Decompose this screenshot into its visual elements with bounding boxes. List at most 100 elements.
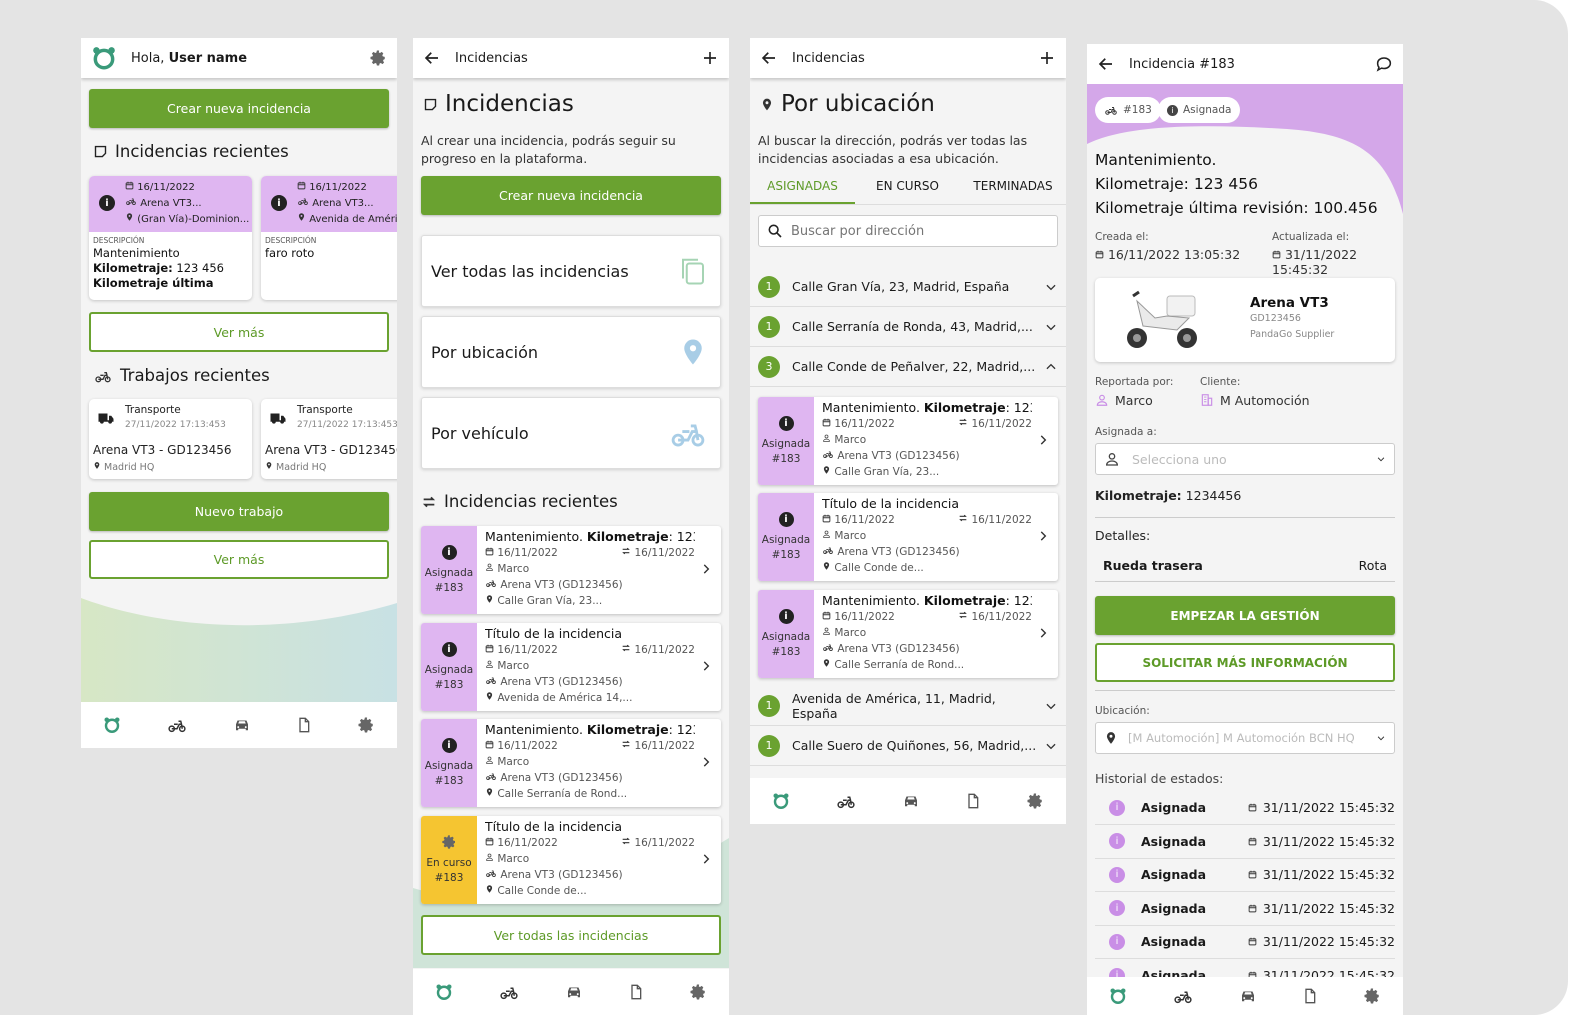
incident-location: Avenida de América 14,...: [497, 692, 633, 704]
gear-icon: [441, 834, 457, 850]
incident-row[interactable]: i Asignada #183 Mantenimiento. Kilometra…: [758, 590, 1058, 678]
history-state: Asignada: [1141, 900, 1207, 916]
incident-last-revision: Kilometraje última revisión: 100.456: [1095, 199, 1378, 217]
gear-icon[interactable]: [357, 716, 375, 734]
desc-km-value: 123 456: [172, 261, 224, 275]
create-incident-button[interactable]: Crear nueva incidencia: [421, 176, 721, 215]
tab-asignadas[interactable]: ASIGNADAS: [750, 179, 855, 204]
search-icon: [768, 224, 782, 238]
job-card[interactable]: Transporte 27/11/2022 17:13:453 Arena VT…: [89, 399, 252, 479]
plus-icon[interactable]: [1038, 49, 1056, 67]
assignee-select[interactable]: Selecciona uno: [1095, 443, 1395, 475]
history-datetime: 31/11/2022 15:45:32: [1262, 867, 1395, 883]
gear-icon[interactable]: [1026, 792, 1044, 810]
document-icon[interactable]: [628, 983, 644, 1001]
incident-row[interactable]: i Asignada #183 Mantenimiento. Kilometra…: [758, 397, 1058, 485]
incident-row[interactable]: i Asignada #183 Título de la incidencia …: [758, 493, 1058, 581]
logo-icon[interactable]: [103, 716, 121, 734]
view-all-incidents-card[interactable]: Ver todas las incidencias: [421, 235, 721, 307]
location-address: Calle Serranía de Ronda, 43, Madrid,...: [792, 319, 1033, 334]
location-address: Calle Suero de Quiñones, 56, Madrid,...: [792, 738, 1037, 753]
tab-en-curso[interactable]: EN CURSO: [855, 179, 960, 204]
new-job-button[interactable]: Nuevo trabajo: [89, 492, 389, 531]
scooter-icon[interactable]: [166, 716, 188, 734]
incident-id: #183: [434, 581, 464, 594]
info-icon: i: [778, 511, 794, 527]
info-icon: i: [441, 737, 457, 753]
create-incident-button[interactable]: Crear nueva incidencia: [89, 89, 389, 128]
document-icon[interactable]: [296, 716, 312, 734]
desc-label: DESCRIPCIÓN: [265, 236, 317, 245]
incident-row[interactable]: i Asignada #183 Título de la incidencia …: [421, 623, 721, 711]
back-arrow-icon[interactable]: [423, 49, 441, 67]
incident-id: #183: [434, 774, 464, 787]
by-vehicle-card[interactable]: Por vehículo: [421, 397, 721, 469]
ver-mas-jobs-button[interactable]: Ver más: [89, 540, 389, 579]
incident-row[interactable]: i Asignada #183 Mantenimiento. Kilometra…: [421, 719, 721, 807]
car-icon[interactable]: [1238, 987, 1258, 1005]
by-location-card[interactable]: Por ubicación: [421, 316, 721, 388]
job-card[interactable]: Transporte 27/11/2022 17:13:453 Arena VT…: [261, 399, 397, 479]
back-arrow-icon[interactable]: [760, 49, 778, 67]
location-group[interactable]: 1 Calle Suero de Quiñones, 56, Madrid,..…: [750, 726, 1066, 766]
start-management-button[interactable]: EMPEZAR LA GESTIÓN: [1095, 596, 1395, 635]
client-label: Cliente:: [1200, 376, 1241, 388]
pin-icon: [760, 96, 774, 113]
incident-id: #183: [771, 548, 801, 561]
search-input[interactable]: [791, 223, 1041, 239]
vehicle-card[interactable]: Arena VT3 GD123456 PandaGo Supplier: [1095, 278, 1395, 362]
location-group[interactable]: 1 Calle Serranía de Ronda, 43, Madrid,..…: [750, 307, 1066, 347]
view-all-incidents-button[interactable]: Ver todas las incidencias: [421, 915, 721, 955]
info-icon: i: [271, 195, 287, 211]
intro-text: Al buscar la dirección, podrás ver todas…: [758, 133, 1028, 166]
gear-icon[interactable]: [1363, 987, 1381, 1005]
chat-icon[interactable]: [1375, 55, 1393, 73]
incident-card[interactable]: i 16/11/2022 Arena VT3... (Gran Vía)-Dom…: [89, 176, 252, 300]
screen-home: Hola, User name Crear nueva incidencia I…: [81, 38, 397, 748]
recent-jobs-title: Trabajos recientes: [93, 366, 270, 385]
incident-date: 16/11/2022: [137, 182, 195, 193]
plus-icon[interactable]: [701, 49, 719, 67]
incident-row[interactable]: En curso #183 Título de la incidencia 16…: [421, 816, 721, 904]
scooter-icon[interactable]: [835, 792, 857, 810]
location-group[interactable]: 1 Calle Gran Vía, 23, Madrid, España: [750, 267, 1066, 307]
bottom-nav: [413, 969, 729, 1015]
tab-terminadas[interactable]: TERMINADAS: [960, 179, 1066, 204]
logo-icon[interactable]: [772, 792, 790, 810]
incident-card[interactable]: i 16/11/2022 Arena VT3... Avenida de Amé…: [261, 176, 397, 300]
incident-title: Título de la incidencia: [485, 819, 623, 834]
scooter-icon[interactable]: [1172, 987, 1194, 1005]
document-icon[interactable]: [1302, 987, 1318, 1005]
logo-icon[interactable]: [435, 983, 453, 1001]
car-icon[interactable]: [232, 716, 252, 734]
scooter-icon: [485, 675, 497, 685]
gear-icon[interactable]: [689, 983, 707, 1001]
location-address: Calle Gran Vía, 23, Madrid, España: [792, 279, 1010, 294]
chip-id: #183: [1095, 97, 1161, 123]
incident-title: Título de la incidencia: [822, 496, 960, 511]
user-icon: [485, 755, 494, 765]
back-arrow-icon[interactable]: [1097, 55, 1115, 73]
calendar-icon: [822, 611, 831, 620]
car-icon[interactable]: [564, 983, 584, 1001]
location-group[interactable]: 1 Avenida de América, 11, Madrid, España: [750, 686, 1066, 726]
location-select[interactable]: [M Automoción] M Automoción BCN HQ: [1095, 722, 1395, 754]
scooter-icon[interactable]: [498, 983, 520, 1001]
location-group[interactable]: 3 Calle Conde de Peñalver, 22, Madrid,..…: [750, 347, 1066, 387]
km-row: Kilometraje: 1234456: [1095, 488, 1395, 518]
incident-vehicle: Arena VT3 (GD123456): [500, 869, 623, 881]
status-badge: i Asignada #183: [758, 493, 814, 581]
detail-value: Rota: [1358, 558, 1387, 573]
car-icon[interactable]: [901, 792, 921, 810]
count-badge: 1: [758, 315, 780, 338]
gear-icon[interactable]: [369, 49, 387, 67]
refresh-icon: [958, 610, 968, 620]
request-info-button[interactable]: SOLICITAR MÁS INFORMACIÓN: [1095, 643, 1395, 682]
incident-row[interactable]: i Asignada #183 Mantenimiento. Kilometra…: [421, 526, 721, 614]
document-icon[interactable]: [965, 792, 981, 810]
ver-mas-incidents-button[interactable]: Ver más: [89, 312, 389, 352]
logo-icon[interactable]: [1109, 987, 1127, 1005]
status-label: En curso: [426, 857, 472, 869]
info-icon: i: [441, 641, 457, 657]
chevron-right-icon: [699, 560, 713, 578]
